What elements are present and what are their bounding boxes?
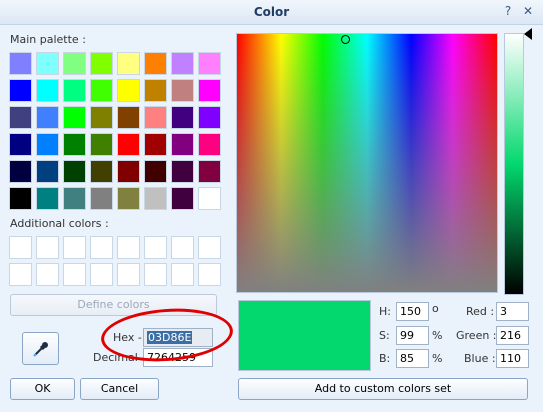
add-custom-colors-button[interactable]: Add to custom colors set — [238, 378, 528, 400]
palette-swatch[interactable] — [171, 52, 194, 75]
palette-swatch[interactable] — [117, 187, 140, 210]
additional-swatch[interactable] — [171, 263, 194, 286]
dialog-body: Main palette : Additional colors : Defin… — [0, 25, 543, 412]
brightness-slider-arrow-icon[interactable] — [524, 28, 532, 40]
additional-swatch[interactable] — [90, 263, 113, 286]
palette-swatch[interactable] — [63, 187, 86, 210]
h-label: H: — [379, 305, 391, 318]
palette-swatch[interactable] — [117, 52, 140, 75]
palette-swatch[interactable] — [171, 79, 194, 102]
palette-swatch[interactable] — [63, 133, 86, 156]
palette-swatch[interactable] — [171, 133, 194, 156]
additional-swatch[interactable] — [36, 263, 59, 286]
palette-swatch[interactable] — [144, 187, 167, 210]
green-input[interactable]: 216 — [496, 326, 529, 345]
additional-swatch[interactable] — [36, 236, 59, 259]
palette-swatch[interactable] — [63, 106, 86, 129]
palette-swatch[interactable] — [90, 187, 113, 210]
main-palette-label: Main palette : — [10, 33, 86, 46]
b-unit: % — [432, 352, 443, 365]
palette-swatch[interactable] — [63, 160, 86, 183]
red-label: Red : — [466, 305, 495, 318]
eyedropper-button[interactable] — [22, 332, 59, 365]
cancel-button[interactable]: Cancel — [80, 378, 159, 400]
palette-swatch[interactable] — [36, 79, 59, 102]
palette-swatch[interactable] — [198, 187, 221, 210]
additional-swatch[interactable] — [90, 236, 113, 259]
palette-swatch[interactable] — [198, 79, 221, 102]
b-input[interactable]: 85 — [396, 349, 429, 368]
palette-swatch[interactable] — [9, 133, 32, 156]
palette-swatch[interactable] — [144, 52, 167, 75]
palette-swatch[interactable] — [117, 106, 140, 129]
red-input[interactable]: 3 — [496, 302, 529, 321]
additional-swatch[interactable] — [9, 236, 32, 259]
palette-swatch[interactable] — [9, 106, 32, 129]
palette-swatch[interactable] — [198, 133, 221, 156]
palette-swatch[interactable] — [117, 160, 140, 183]
palette-swatch[interactable] — [90, 106, 113, 129]
palette-swatch[interactable] — [9, 52, 32, 75]
palette-swatch[interactable] — [36, 187, 59, 210]
help-button[interactable]: ? — [499, 3, 517, 19]
palette-swatch[interactable] — [198, 106, 221, 129]
window-title: Color — [253, 5, 290, 19]
color-spectrum[interactable] — [236, 33, 498, 293]
eyedropper-icon — [32, 340, 50, 361]
additional-swatch[interactable] — [9, 263, 32, 286]
palette-swatch[interactable] — [63, 52, 86, 75]
additional-colors-label: Additional colors : — [10, 217, 109, 230]
blue-label: Blue : — [464, 352, 496, 365]
additional-swatch[interactable] — [117, 236, 140, 259]
blue-input[interactable]: 110 — [496, 349, 529, 368]
palette-swatch[interactable] — [90, 133, 113, 156]
palette-swatch[interactable] — [90, 160, 113, 183]
palette-swatch[interactable] — [36, 133, 59, 156]
palette-swatch[interactable] — [198, 52, 221, 75]
palette-swatch[interactable] — [9, 160, 32, 183]
palette-swatch[interactable] — [198, 160, 221, 183]
palette-swatch[interactable] — [36, 52, 59, 75]
additional-swatch[interactable] — [198, 236, 221, 259]
s-unit: % — [432, 329, 443, 342]
green-label: Green : — [456, 329, 497, 342]
palette-swatch[interactable] — [171, 187, 194, 210]
palette-swatch[interactable] — [36, 160, 59, 183]
close-button[interactable]: ✕ — [519, 3, 537, 19]
additional-swatch[interactable] — [171, 236, 194, 259]
palette-swatch[interactable] — [144, 106, 167, 129]
palette-swatch[interactable] — [144, 79, 167, 102]
h-unit: o — [432, 302, 439, 315]
ok-button[interactable]: OK — [10, 378, 75, 400]
additional-swatch[interactable] — [117, 263, 140, 286]
palette-swatch[interactable] — [9, 187, 32, 210]
palette-swatch[interactable] — [63, 79, 86, 102]
palette-swatch[interactable] — [171, 106, 194, 129]
additional-swatch[interactable] — [144, 263, 167, 286]
palette-swatch[interactable] — [36, 106, 59, 129]
palette-swatch[interactable] — [90, 52, 113, 75]
b-label: B: — [379, 352, 391, 365]
palette-swatch[interactable] — [144, 133, 167, 156]
additional-swatch[interactable] — [144, 236, 167, 259]
main-palette-grid — [9, 52, 221, 210]
palette-swatch[interactable] — [117, 133, 140, 156]
palette-swatch[interactable] — [9, 79, 32, 102]
title-bar: Color ? ✕ — [0, 0, 543, 25]
additional-swatch[interactable] — [63, 263, 86, 286]
palette-swatch[interactable] — [171, 160, 194, 183]
additional-swatch[interactable] — [63, 236, 86, 259]
palette-swatch[interactable] — [117, 79, 140, 102]
s-label: S: — [379, 329, 390, 342]
additional-swatch[interactable] — [198, 263, 221, 286]
palette-swatch[interactable] — [90, 79, 113, 102]
h-input[interactable]: 150 — [396, 302, 429, 321]
s-input[interactable]: 99 — [396, 326, 429, 345]
brightness-slider[interactable] — [504, 33, 524, 295]
color-preview — [238, 300, 371, 371]
additional-colors-grid — [9, 236, 221, 286]
spectrum-marker[interactable] — [341, 35, 350, 44]
palette-swatch[interactable] — [144, 160, 167, 183]
